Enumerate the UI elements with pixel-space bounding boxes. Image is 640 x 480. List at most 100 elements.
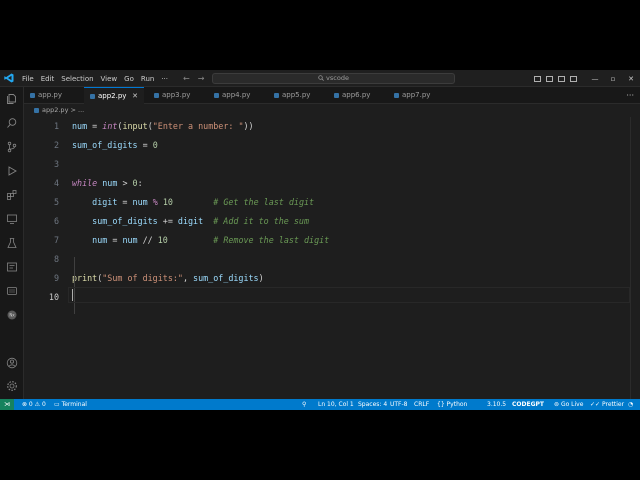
- customize-layout-icon[interactable]: [570, 75, 577, 82]
- forward-arrow-icon[interactable]: →: [198, 74, 205, 83]
- code-token: =: [117, 197, 133, 207]
- status-bar: ⋊ ⊗ 0 ⚠ 0 ▭ Terminal ⚲ Ln 10, Col 1 Spac…: [0, 399, 640, 410]
- code-line[interactable]: digit = num % 10 # Get the last digit: [72, 197, 314, 207]
- search-sidebar-icon[interactable]: [6, 117, 18, 129]
- terminal-icon: ▭: [54, 401, 62, 408]
- code-token: num: [122, 235, 138, 245]
- run-debug-icon[interactable]: [6, 165, 18, 177]
- code-token: int: [102, 121, 118, 131]
- problems-count[interactable]: ⊗ 0 ⚠ 0: [22, 399, 46, 410]
- code-line[interactable]: sum_of_digits += digit # Add it to the s…: [72, 216, 309, 226]
- prettier-button[interactable]: ✓✓ Prettier: [590, 399, 624, 410]
- code-token: "Enter a number: ": [152, 121, 244, 131]
- code-editor[interactable]: 1 2 3 4 5 6 7 8 9 10 num = int(input("Enter a num…: [24, 117, 640, 399]
- menu-go[interactable]: Go: [124, 75, 134, 83]
- tab-app2[interactable]: app2.py ✕: [84, 87, 144, 104]
- toggle-panel-icon[interactable]: [546, 75, 553, 82]
- minimize-icon[interactable]: —: [586, 75, 604, 83]
- code-line[interactable]: print("Sum of digits:", sum_of_digits): [72, 273, 264, 283]
- code-token: "Sum of digits:": [102, 273, 183, 283]
- python-version[interactable]: 3.10.5: [487, 399, 506, 410]
- explorer-icon[interactable]: [6, 93, 18, 105]
- code-token: sum_of_digits: [193, 273, 259, 283]
- line-number: 9: [53, 273, 59, 283]
- code-token: # Remove the last digit: [213, 235, 330, 245]
- tab-label: app5.py: [282, 91, 311, 99]
- indent-guide: [74, 257, 75, 314]
- json-extension-icon[interactable]: [6, 261, 18, 273]
- menu-selection[interactable]: Selection: [61, 75, 93, 83]
- tab-label: app3.py: [162, 91, 191, 99]
- cursor-position[interactable]: Ln 10, Col 1: [318, 399, 354, 410]
- breadcrumb-more[interactable]: > ...: [71, 106, 85, 114]
- source-control-icon[interactable]: [6, 141, 18, 153]
- encoding[interactable]: UTF-8: [390, 399, 408, 410]
- close-tab-icon[interactable]: ✕: [132, 88, 138, 105]
- back-arrow-icon[interactable]: ←: [183, 74, 190, 83]
- code-line[interactable]: sum_of_digits = 0: [72, 140, 158, 150]
- menu-file[interactable]: File: [22, 75, 34, 83]
- tab-app7[interactable]: app7.py: [388, 87, 446, 104]
- code-token: +=: [157, 216, 178, 226]
- extensions-icon[interactable]: [6, 189, 18, 201]
- code-line[interactable]: while num > 0:: [72, 178, 143, 188]
- notifications-bell-icon[interactable]: ◔: [628, 399, 633, 410]
- line-number: 6: [53, 216, 59, 226]
- vscode-window: File Edit Selection View Go Run ··· ← → …: [0, 70, 640, 410]
- line-number: 5: [53, 197, 59, 207]
- code-token: num: [72, 121, 88, 131]
- database-extension-icon[interactable]: [6, 285, 18, 297]
- tab-app3[interactable]: app3.py: [148, 87, 206, 104]
- python-file-icon: [30, 92, 35, 98]
- code-token: ): [258, 273, 264, 283]
- python-file-icon: [334, 92, 339, 98]
- account-icon[interactable]: [6, 357, 18, 369]
- language-mode[interactable]: {} Python: [437, 399, 467, 410]
- menu-more[interactable]: ···: [161, 75, 168, 83]
- node-extension-icon[interactable]: Nx: [6, 309, 18, 321]
- code-line[interactable]: num = num // 10 # Remove the last digit: [72, 235, 329, 245]
- tab-label: app.py: [38, 91, 62, 99]
- testing-icon[interactable]: [6, 237, 18, 249]
- tab-label: app7.py: [402, 91, 431, 99]
- go-live-button[interactable]: ⊚ Go Live: [554, 399, 583, 410]
- tab-app5[interactable]: app5.py: [268, 87, 326, 104]
- breadcrumb-file[interactable]: app2.py: [42, 106, 68, 114]
- command-center-search[interactable]: vscode: [212, 73, 455, 84]
- toggle-sidebar-icon[interactable]: [534, 75, 541, 82]
- tab-label: app6.py: [342, 91, 371, 99]
- menu-edit[interactable]: Edit: [41, 75, 55, 83]
- editor-scrollbar[interactable]: [630, 117, 640, 399]
- maximize-icon[interactable]: ▫: [604, 75, 622, 83]
- editor-tab-bar: app.py app2.py ✕ app3.py app4.py app5.py…: [24, 87, 640, 104]
- menu-view[interactable]: View: [101, 75, 118, 83]
- tab-app6[interactable]: app6.py: [328, 87, 386, 104]
- vscode-logo-icon: [4, 73, 14, 83]
- line-number: 8: [53, 254, 59, 264]
- indentation[interactable]: Spaces: 4: [358, 399, 387, 410]
- more-actions-icon[interactable]: ···: [626, 87, 634, 104]
- terminal-button[interactable]: ▭ Terminal: [54, 399, 87, 410]
- toggle-secondary-sidebar-icon[interactable]: [558, 75, 565, 82]
- bell-sync-icon[interactable]: ⚲: [302, 399, 306, 410]
- title-bar: File Edit Selection View Go Run ··· ← → …: [0, 70, 640, 87]
- tab-app[interactable]: app.py: [24, 87, 82, 104]
- close-window-icon[interactable]: ✕: [622, 75, 640, 83]
- line-number: 2: [53, 140, 59, 150]
- tab-app4[interactable]: app4.py: [208, 87, 266, 104]
- settings-gear-icon[interactable]: [6, 380, 18, 392]
- code-token: =: [107, 235, 123, 245]
- menu-run[interactable]: Run: [141, 75, 154, 83]
- code-line[interactable]: num = int(input("Enter a number: ")): [72, 121, 254, 131]
- remote-explorer-icon[interactable]: [6, 213, 18, 225]
- end-of-line[interactable]: CRLF: [414, 399, 429, 410]
- remote-indicator-icon[interactable]: ⋊: [0, 399, 14, 410]
- python-file-icon: [214, 92, 219, 98]
- svg-text:Nx: Nx: [9, 313, 15, 318]
- code-token: //: [137, 235, 158, 245]
- codegpt-button[interactable]: CODEGPT: [512, 399, 544, 410]
